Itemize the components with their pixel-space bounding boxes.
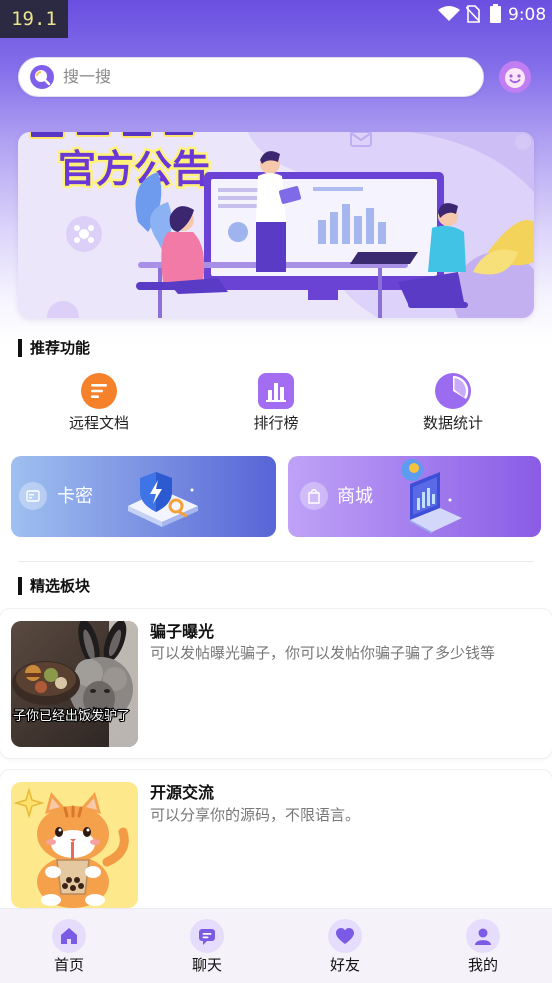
tab-label: 首页 [53, 956, 84, 974]
clock: 9:08 [508, 5, 547, 25]
search-icon [30, 65, 54, 89]
feature-label: 数据统计 [422, 414, 483, 432]
section-marker [18, 577, 22, 595]
shield-illustration [128, 472, 198, 527]
board-description: 可以发帖曝光骗子，你可以发帖你骗子骗了多少钱等 [150, 644, 496, 662]
tab-home[interactable]: 首页 [19, 909, 119, 983]
shopping-bag-icon [300, 482, 328, 510]
divider [18, 561, 534, 562]
feature-label: 排行榜 [253, 414, 299, 432]
board-title: 骗子曝光 [150, 622, 215, 641]
featured-heading: 精选板块 [30, 577, 91, 595]
feature-ranking[interactable]: 排行榜 [216, 373, 336, 433]
banner-illustration: 官方公告 [18, 132, 534, 318]
board-title: 开源交流 [150, 783, 215, 802]
tab-label: 好友 [329, 956, 360, 974]
pie-chart-icon [435, 373, 471, 409]
search-placeholder: 搜一搜 [63, 67, 112, 86]
tab-label: 我的 [467, 956, 498, 974]
list-item[interactable]: 子你已经出饭发驴了 骗子曝光 可以发帖曝光骗子，你可以发帖你骗子骗了多少钱等 [0, 609, 552, 758]
board-thumbnail: 子你已经出饭发驴了 [11, 621, 138, 747]
section-marker [18, 339, 22, 357]
feature-label: 远程文档 [68, 414, 129, 432]
document-icon [81, 373, 117, 409]
tab-profile[interactable]: 我的 [433, 909, 533, 983]
wifi-icon [438, 6, 460, 21]
avatar-icon[interactable] [499, 61, 531, 93]
list-item[interactable]: 开源交流 可以分享你的源码，不限语言。 [0, 770, 552, 920]
card-key-button[interactable]: 卡密 [11, 456, 276, 537]
shop-label: 商城 [337, 486, 373, 507]
board-description: 可以分享你的源码，不限语言。 [150, 806, 361, 824]
chat-icon [190, 919, 224, 953]
tab-friends[interactable]: 好友 [295, 909, 395, 983]
announcement-banner[interactable]: 官方公告 [18, 132, 534, 318]
battery-icon [490, 4, 501, 23]
board-thumbnail [11, 782, 138, 908]
feature-statistics[interactable]: 数据统计 [393, 373, 513, 433]
tab-label: 聊天 [191, 956, 222, 974]
card-icon [19, 482, 47, 510]
heart-icon [328, 919, 362, 953]
laptop-illustration [401, 459, 462, 534]
fps-counter: 19.1 [0, 0, 68, 38]
user-icon [466, 919, 500, 953]
shop-button[interactable]: 商城 [288, 456, 541, 537]
feature-remote-docs[interactable]: 远程文档 [39, 373, 159, 433]
search-bar[interactable]: 搜一搜 [18, 57, 484, 97]
recommend-heading: 推荐功能 [30, 339, 91, 357]
ranking-icon [258, 373, 294, 409]
tab-chat[interactable]: 聊天 [157, 909, 257, 983]
card-key-label: 卡密 [57, 486, 93, 507]
bottom-tab-bar: 首页 聊天 好友 我的 [0, 908, 552, 983]
home-icon [52, 919, 86, 953]
thumbnail-caption: 子你已经出饭发驴了 [13, 708, 130, 724]
no-sim-icon [466, 5, 480, 23]
banner-title: 官方公告 [58, 147, 210, 191]
